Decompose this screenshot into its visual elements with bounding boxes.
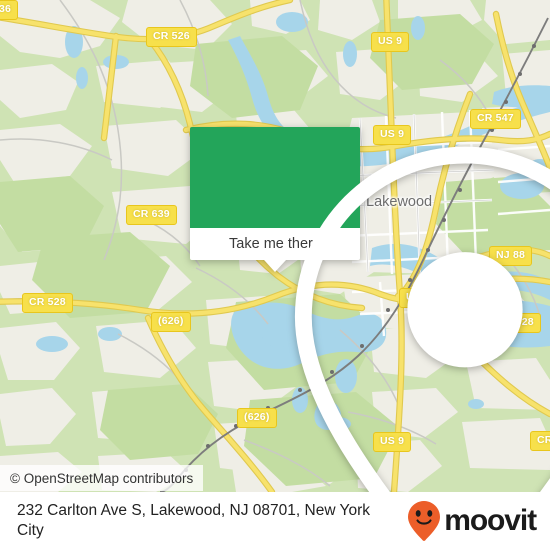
osm-attribution-text: © OpenStreetMap contributors — [10, 470, 194, 486]
moovit-logo[interactable]: moovit — [407, 500, 537, 542]
shield-us-9-north: US 9 — [371, 32, 410, 52]
osm-attribution[interactable]: © OpenStreetMap contributors — [0, 465, 204, 491]
moovit-map-screenshot: Lakewood 36 CR 526 US 9 US 9 CR 547 CR 6… — [0, 0, 550, 550]
shield-36: 36 — [0, 0, 19, 20]
moovit-pin-icon — [407, 500, 441, 542]
shield-cr-547: CR 547 — [470, 109, 521, 129]
moovit-wordmark: moovit — [444, 504, 537, 537]
bottom-bar: 232 Carlton Ave S, Lakewood, NJ 08701, N… — [0, 492, 550, 550]
popup-header — [190, 127, 550, 492]
map-popup[interactable]: Take me there — [190, 127, 550, 492]
map-canvas[interactable]: Lakewood 36 CR 526 US 9 US 9 CR 547 CR 6… — [0, 0, 550, 492]
shield-cr-526: CR 526 — [146, 27, 197, 47]
shield-cr-639: CR 639 — [126, 205, 177, 225]
shield-626-north: (626) — [151, 312, 191, 332]
popup-pointer — [264, 260, 286, 272]
shield-cr-528-west: CR 528 — [22, 293, 73, 313]
address-text: 232 Carlton Ave S, Lakewood, NJ 08701, N… — [17, 502, 370, 539]
